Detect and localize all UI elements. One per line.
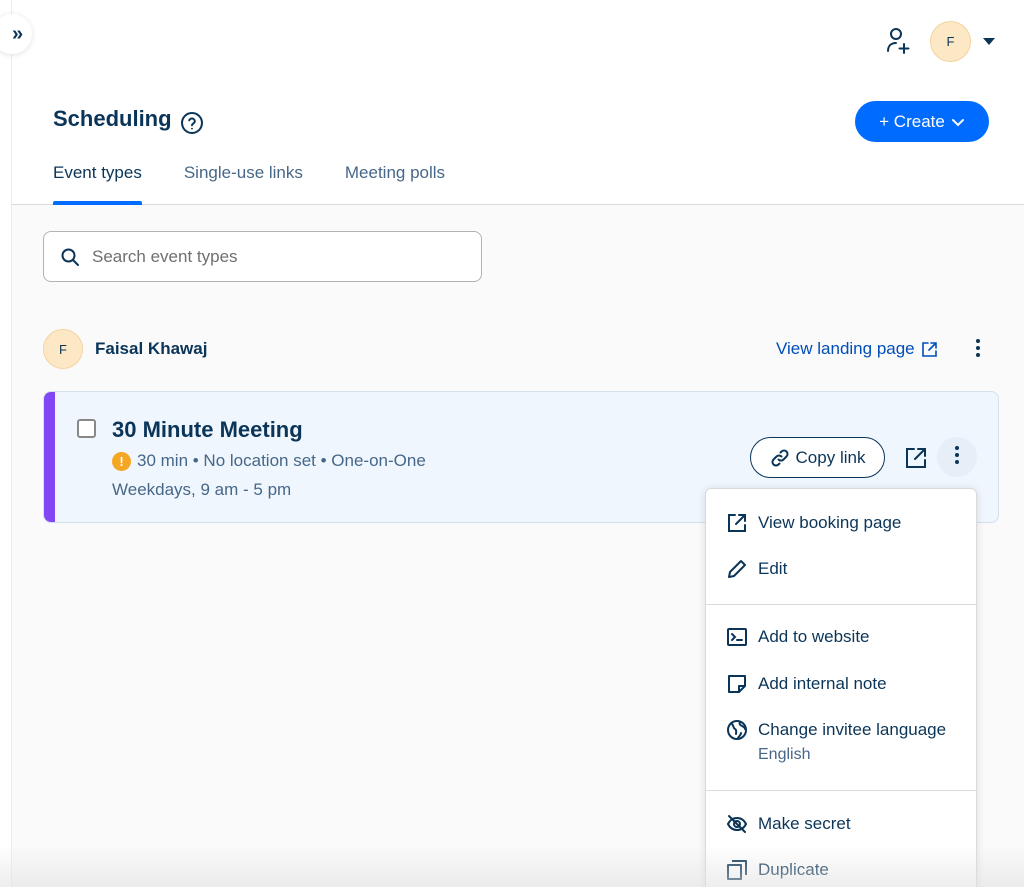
chevron-down-icon: [951, 118, 964, 126]
menu-item-add-internal-note[interactable]: Add internal note: [706, 670, 976, 698]
copy-link-label: Copy link: [795, 447, 866, 467]
menu-item-duplicate[interactable]: Duplicate: [706, 856, 976, 884]
note-icon: [728, 675, 746, 693]
user-avatar-initial: F: [59, 341, 67, 357]
copy-link-button[interactable]: Copy link: [750, 437, 885, 478]
pencil-icon: [728, 560, 746, 578]
create-button[interactable]: + Create: [855, 101, 989, 142]
account-avatar-initial: F: [946, 34, 955, 49]
left-rail: [0, 0, 12, 887]
menu-label-change-invitee-language: Change invitee language: [758, 720, 947, 739]
menu-item-make-secret[interactable]: Make secret: [706, 810, 976, 838]
embed-code-icon: [727, 628, 747, 646]
menu-label-duplicate: Duplicate: [758, 860, 829, 879]
menu-label-add-internal-note: Add internal note: [758, 674, 887, 693]
event-options-menu: View booking page Edit Add to website Ad…: [705, 488, 977, 887]
page-header: F Scheduling + Create Event types Single…: [12, 0, 1024, 205]
tab-meeting-polls[interactable]: Meeting polls: [345, 163, 445, 205]
view-landing-page-label: View landing page: [776, 339, 915, 358]
menu-divider: [706, 604, 976, 605]
warning-icon: !: [112, 451, 131, 471]
external-link-icon: [728, 514, 746, 532]
create-button-label: + Create: [879, 111, 945, 131]
user-row: F Faisal Khawaj View landing page: [43, 327, 998, 371]
add-person-icon[interactable]: [885, 27, 911, 55]
event-meta: ! 30 min • No location set • One-on-One: [112, 451, 426, 471]
menu-label-view-booking-page: View booking page: [758, 513, 902, 532]
search-box: [43, 231, 482, 282]
menu-label-make-secret: Make secret: [758, 814, 851, 833]
event-select-checkbox[interactable]: [77, 419, 96, 438]
expand-sidebar-icon: »: [11, 22, 23, 45]
event-color-stripe: [44, 392, 55, 522]
caret-down-icon[interactable]: [983, 38, 995, 45]
event-more-options-button[interactable]: [937, 437, 977, 477]
link-icon: [771, 448, 789, 467]
tab-single-use-links[interactable]: Single-use links: [184, 163, 303, 205]
view-landing-page-link[interactable]: View landing page: [776, 339, 938, 359]
menu-item-change-invitee-language[interactable]: Change invitee language: [706, 716, 976, 744]
menu-label-edit: Edit: [758, 559, 788, 578]
external-link-icon: [921, 341, 937, 357]
menu-label-add-to-website: Add to website: [758, 627, 870, 646]
avatar: F: [43, 329, 83, 369]
user-more-options-icon[interactable]: [975, 339, 981, 357]
duplicate-icon: [727, 860, 747, 880]
event-meta-text: 30 min • No location set • One-on-One: [137, 451, 426, 470]
search-input[interactable]: [92, 246, 472, 267]
event-schedule: Weekdays, 9 am - 5 pm: [112, 480, 292, 499]
page-title: Scheduling: [53, 106, 172, 131]
event-title[interactable]: 30 Minute Meeting: [112, 417, 303, 443]
tab-event-types[interactable]: Event types: [53, 163, 142, 205]
eye-off-icon: [726, 815, 748, 833]
more-options-icon: [954, 446, 960, 464]
help-icon[interactable]: [180, 111, 204, 135]
current-language: English: [758, 746, 811, 763]
account-avatar[interactable]: F: [930, 21, 971, 62]
external-link-icon[interactable]: [904, 446, 928, 470]
menu-item-view-booking-page[interactable]: View booking page: [706, 509, 976, 537]
menu-divider: [706, 790, 976, 791]
globe-language-icon: [727, 720, 747, 740]
user-name: Faisal Khawaj: [95, 339, 208, 358]
menu-item-edit[interactable]: Edit: [706, 555, 976, 583]
menu-item-add-to-website[interactable]: Add to website: [706, 623, 976, 651]
search-icon: [61, 248, 79, 266]
tab-bar: Event types Single-use links Meeting pol…: [53, 163, 487, 205]
